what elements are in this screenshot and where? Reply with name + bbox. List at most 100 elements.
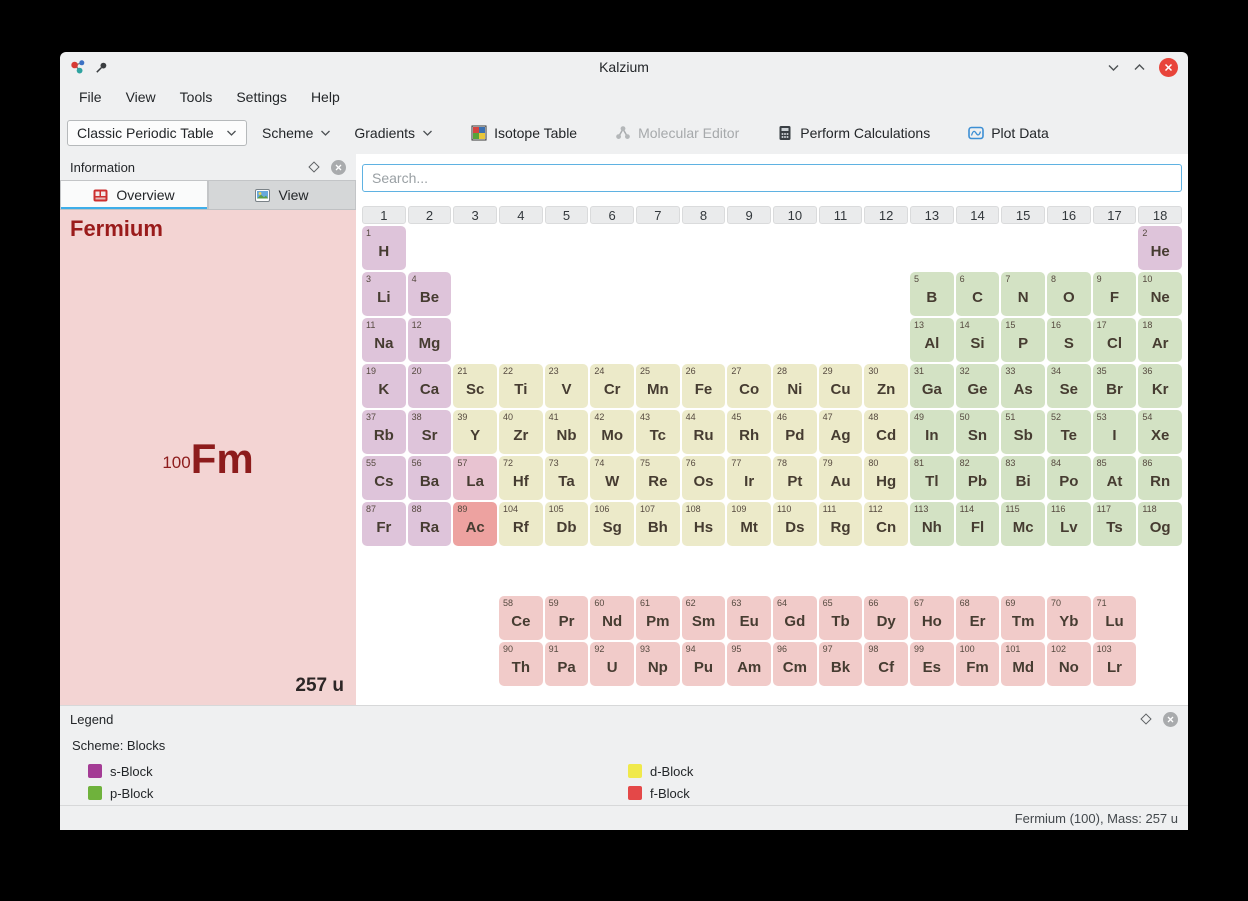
element-Hg[interactable]: 80Hg	[864, 456, 908, 500]
element-Ds[interactable]: 110Ds	[773, 502, 817, 546]
element-Ga[interactable]: 31Ga	[910, 364, 954, 408]
element-Bi[interactable]: 83Bi	[1001, 456, 1045, 500]
element-Au[interactable]: 79Au	[819, 456, 863, 500]
element-Mn[interactable]: 25Mn	[636, 364, 680, 408]
element-Cd[interactable]: 48Cd	[864, 410, 908, 454]
element-Ti[interactable]: 22Ti	[499, 364, 543, 408]
element-Lv[interactable]: 116Lv	[1047, 502, 1091, 546]
tab-overview[interactable]: Overview	[60, 180, 208, 209]
element-Tb[interactable]: 65Tb	[819, 596, 863, 640]
isotope-table-button[interactable]: Isotope Table	[463, 119, 585, 147]
titlebar[interactable]: Kalzium	[60, 52, 1188, 82]
element-Sb[interactable]: 51Sb	[1001, 410, 1045, 454]
element-Ra[interactable]: 88Ra	[408, 502, 452, 546]
element-Dy[interactable]: 66Dy	[864, 596, 908, 640]
tab-view[interactable]: View	[208, 180, 356, 209]
menu-help[interactable]: Help	[300, 85, 351, 109]
element-Ce[interactable]: 58Ce	[499, 596, 543, 640]
element-Se[interactable]: 34Se	[1047, 364, 1091, 408]
element-Br[interactable]: 35Br	[1093, 364, 1137, 408]
element-Zr[interactable]: 40Zr	[499, 410, 543, 454]
element-Li[interactable]: 3Li	[362, 272, 406, 316]
element-Ni[interactable]: 28Ni	[773, 364, 817, 408]
menu-settings[interactable]: Settings	[225, 85, 298, 109]
element-As[interactable]: 33As	[1001, 364, 1045, 408]
element-At[interactable]: 85At	[1093, 456, 1137, 500]
element-Be[interactable]: 4Be	[408, 272, 452, 316]
element-Cm[interactable]: 96Cm	[773, 642, 817, 686]
element-Mg[interactable]: 12Mg	[408, 318, 452, 362]
element-Nb[interactable]: 41Nb	[545, 410, 589, 454]
element-Es[interactable]: 99Es	[910, 642, 954, 686]
element-Ho[interactable]: 67Ho	[910, 596, 954, 640]
element-Sg[interactable]: 106Sg	[590, 502, 634, 546]
search-input[interactable]	[362, 164, 1182, 192]
element-S[interactable]: 16S	[1047, 318, 1091, 362]
element-Lu[interactable]: 71Lu	[1093, 596, 1137, 640]
element-No[interactable]: 102No	[1047, 642, 1091, 686]
element-Np[interactable]: 93Np	[636, 642, 680, 686]
menu-file[interactable]: File	[68, 85, 113, 109]
element-Nh[interactable]: 113Nh	[910, 502, 954, 546]
element-Sn[interactable]: 50Sn	[956, 410, 1000, 454]
pin-icon[interactable]	[95, 61, 108, 74]
titlebar-chevron-up-icon[interactable]	[1133, 63, 1146, 72]
element-Th[interactable]: 90Th	[499, 642, 543, 686]
menu-tools[interactable]: Tools	[169, 85, 224, 109]
titlebar-chevron-down-icon[interactable]	[1107, 63, 1120, 72]
element-Pr[interactable]: 59Pr	[545, 596, 589, 640]
element-P[interactable]: 15P	[1001, 318, 1045, 362]
element-Ne[interactable]: 10Ne	[1138, 272, 1182, 316]
element-V[interactable]: 23V	[545, 364, 589, 408]
element-I[interactable]: 53I	[1093, 410, 1137, 454]
element-O[interactable]: 8O	[1047, 272, 1091, 316]
element-Hf[interactable]: 72Hf	[499, 456, 543, 500]
element-Sr[interactable]: 38Sr	[408, 410, 452, 454]
element-Ag[interactable]: 47Ag	[819, 410, 863, 454]
element-Rf[interactable]: 104Rf	[499, 502, 543, 546]
element-Cn[interactable]: 112Cn	[864, 502, 908, 546]
scheme-button[interactable]: Scheme	[254, 119, 339, 147]
float-dock-icon[interactable]	[1140, 713, 1151, 724]
element-K[interactable]: 19K	[362, 364, 406, 408]
element-Og[interactable]: 118Og	[1138, 502, 1182, 546]
element-Fe[interactable]: 26Fe	[682, 364, 726, 408]
element-Pu[interactable]: 94Pu	[682, 642, 726, 686]
element-Mt[interactable]: 109Mt	[727, 502, 771, 546]
element-Kr[interactable]: 36Kr	[1138, 364, 1182, 408]
element-Po[interactable]: 84Po	[1047, 456, 1091, 500]
element-N[interactable]: 7N	[1001, 272, 1045, 316]
element-Cl[interactable]: 17Cl	[1093, 318, 1137, 362]
element-Re[interactable]: 75Re	[636, 456, 680, 500]
element-U[interactable]: 92U	[590, 642, 634, 686]
element-Cr[interactable]: 24Cr	[590, 364, 634, 408]
element-Sm[interactable]: 62Sm	[682, 596, 726, 640]
element-Bh[interactable]: 107Bh	[636, 502, 680, 546]
element-W[interactable]: 74W	[590, 456, 634, 500]
element-Ca[interactable]: 20Ca	[408, 364, 452, 408]
element-Hs[interactable]: 108Hs	[682, 502, 726, 546]
element-Pb[interactable]: 82Pb	[956, 456, 1000, 500]
element-Zn[interactable]: 30Zn	[864, 364, 908, 408]
element-Ac[interactable]: 89Ac	[453, 502, 497, 546]
element-Rh[interactable]: 45Rh	[727, 410, 771, 454]
element-Fr[interactable]: 87Fr	[362, 502, 406, 546]
element-Ir[interactable]: 77Ir	[727, 456, 771, 500]
element-Os[interactable]: 76Os	[682, 456, 726, 500]
perform-calculations-button[interactable]: Perform Calculations	[769, 119, 938, 147]
element-Xe[interactable]: 54Xe	[1138, 410, 1182, 454]
element-Co[interactable]: 27Co	[727, 364, 771, 408]
element-Ta[interactable]: 73Ta	[545, 456, 589, 500]
float-dock-icon[interactable]	[308, 161, 319, 172]
element-F[interactable]: 9F	[1093, 272, 1137, 316]
element-Al[interactable]: 13Al	[910, 318, 954, 362]
element-Pt[interactable]: 78Pt	[773, 456, 817, 500]
element-Tm[interactable]: 69Tm	[1001, 596, 1045, 640]
element-Er[interactable]: 68Er	[956, 596, 1000, 640]
element-Pm[interactable]: 61Pm	[636, 596, 680, 640]
element-Rg[interactable]: 111Rg	[819, 502, 863, 546]
element-Ts[interactable]: 117Ts	[1093, 502, 1137, 546]
element-Mc[interactable]: 115Mc	[1001, 502, 1045, 546]
table-type-select[interactable]: Classic Periodic Table	[67, 120, 247, 146]
element-C[interactable]: 6C	[956, 272, 1000, 316]
